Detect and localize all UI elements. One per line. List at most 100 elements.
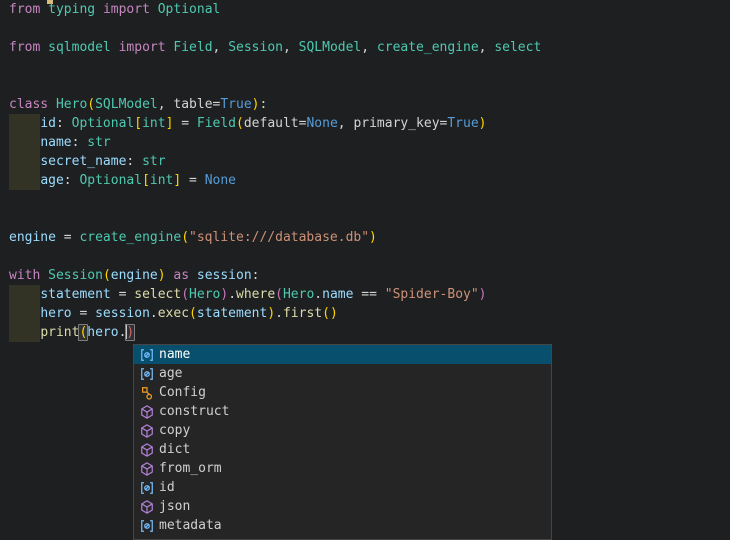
code-token (189, 268, 197, 283)
code-token: Optional (158, 2, 221, 17)
suggestion-label: from_orm (159, 461, 222, 476)
code-token: ( (189, 306, 197, 321)
suggestion-item-copy[interactable]: copy (134, 421, 551, 440)
suggestion-label: Config (159, 385, 206, 400)
code-token: ( (103, 268, 111, 283)
suggestion-item-Config[interactable]: Config (134, 383, 551, 402)
code-token: default (244, 116, 299, 131)
code-line-3: from sqlmodel import Field, Session, SQL… (0, 38, 730, 57)
code-token: Session (48, 268, 103, 283)
suggestion-item-json[interactable]: json (134, 497, 551, 516)
code-token (40, 40, 48, 55)
code-token: Hero (283, 287, 314, 302)
suggestion-label: construct (159, 404, 229, 419)
suggestion-item-age[interactable]: age (134, 364, 551, 383)
code-line-11 (0, 190, 730, 209)
code-token (9, 306, 40, 321)
code-token: ( (181, 230, 189, 245)
code-token (111, 40, 119, 55)
code-editor[interactable]: from typing import Optional from sqlmodel… (0, 0, 730, 540)
code-token: , (283, 40, 299, 55)
code-area[interactable]: from typing import Optional from sqlmodel… (0, 0, 730, 342)
code-token: True (220, 97, 251, 112)
code-token: from (9, 2, 40, 17)
code-line-1: from typing import Optional (0, 0, 730, 19)
code-token: from (9, 40, 40, 55)
code-token: int (150, 173, 173, 188)
code-token: with (9, 268, 40, 283)
code-token: exec (158, 306, 189, 321)
code-token: create_engine (377, 40, 479, 55)
code-token: session (95, 306, 150, 321)
code-token: [ (142, 173, 150, 188)
code-token: class (9, 97, 48, 112)
code-line-16: statement = select(Hero).where(Hero.name… (0, 285, 730, 304)
code-token: str (87, 135, 110, 150)
code-token: ) (479, 116, 487, 131)
suggestion-item-id[interactable]: id (134, 478, 551, 497)
code-token: secret_name (40, 154, 126, 169)
field-icon (138, 366, 156, 382)
code-token: = (111, 287, 134, 302)
suggestion-item-dict[interactable]: dict (134, 440, 551, 459)
code-token (95, 2, 103, 17)
code-line-7: id: Optional[int] = Field(default=None, … (0, 114, 730, 133)
method-icon (138, 442, 156, 458)
code-token: print (40, 325, 79, 340)
code-token: int (142, 116, 165, 131)
code-token: : (260, 97, 268, 112)
code-token: ) (369, 230, 377, 245)
code-token: create_engine (79, 230, 181, 245)
suggestion-item-construct[interactable]: construct (134, 402, 551, 421)
code-token: name (40, 135, 71, 150)
code-token: None (306, 116, 337, 131)
code-token: ) (125, 324, 135, 341)
suggestion-label: name (159, 347, 190, 362)
code-line-13: engine = create_engine("sqlite:///databa… (0, 228, 730, 247)
autocomplete-dropdown[interactable]: name age Config construct copy dict from_ormid… (133, 344, 552, 540)
code-token: ) (158, 268, 166, 283)
code-token (9, 287, 40, 302)
code-token: Optional (79, 173, 142, 188)
suggestion-item-from_orm[interactable]: from_orm (134, 459, 551, 478)
code-token: ( (236, 116, 244, 131)
code-line-6: class Hero(SQLModel, table=True): (0, 95, 730, 114)
code-token: engine (111, 268, 158, 283)
code-token (9, 116, 40, 131)
code-line-4 (0, 57, 730, 76)
code-token: age (40, 173, 63, 188)
code-token (48, 97, 56, 112)
code-token: ( (181, 287, 189, 302)
code-token: where (236, 287, 275, 302)
method-icon (138, 499, 156, 515)
code-line-17: hero = session.exec(statement).first() (0, 304, 730, 323)
code-token: ) (479, 287, 487, 302)
code-token (9, 154, 40, 169)
code-token: ) (267, 306, 275, 321)
code-token (9, 173, 40, 188)
code-token: first (283, 306, 322, 321)
code-token: : (56, 116, 72, 131)
suggestion-label: dict (159, 442, 190, 457)
code-token: None (205, 173, 236, 188)
code-token: SQLModel (95, 97, 158, 112)
code-token: . (275, 306, 283, 321)
code-token: , (213, 40, 229, 55)
code-line-18: print(hero.) (0, 323, 730, 342)
code-token: = (173, 116, 196, 131)
code-token: Field (197, 116, 236, 131)
code-token: ( (275, 287, 283, 302)
suggestion-item-name[interactable]: name (134, 345, 551, 364)
code-line-14 (0, 247, 730, 266)
suggestion-label: copy (159, 423, 190, 438)
suggestion-label: metadata (159, 518, 222, 533)
suggestion-item-metadata[interactable]: metadata (134, 516, 551, 535)
code-token (40, 2, 48, 17)
code-token: True (447, 116, 478, 131)
code-token: typing (48, 2, 95, 17)
code-token: , (338, 116, 354, 131)
suggestion-label: json (159, 499, 190, 514)
code-token: engine (9, 230, 56, 245)
code-token: Hero (189, 287, 220, 302)
code-token: "Spider-Boy" (385, 287, 479, 302)
